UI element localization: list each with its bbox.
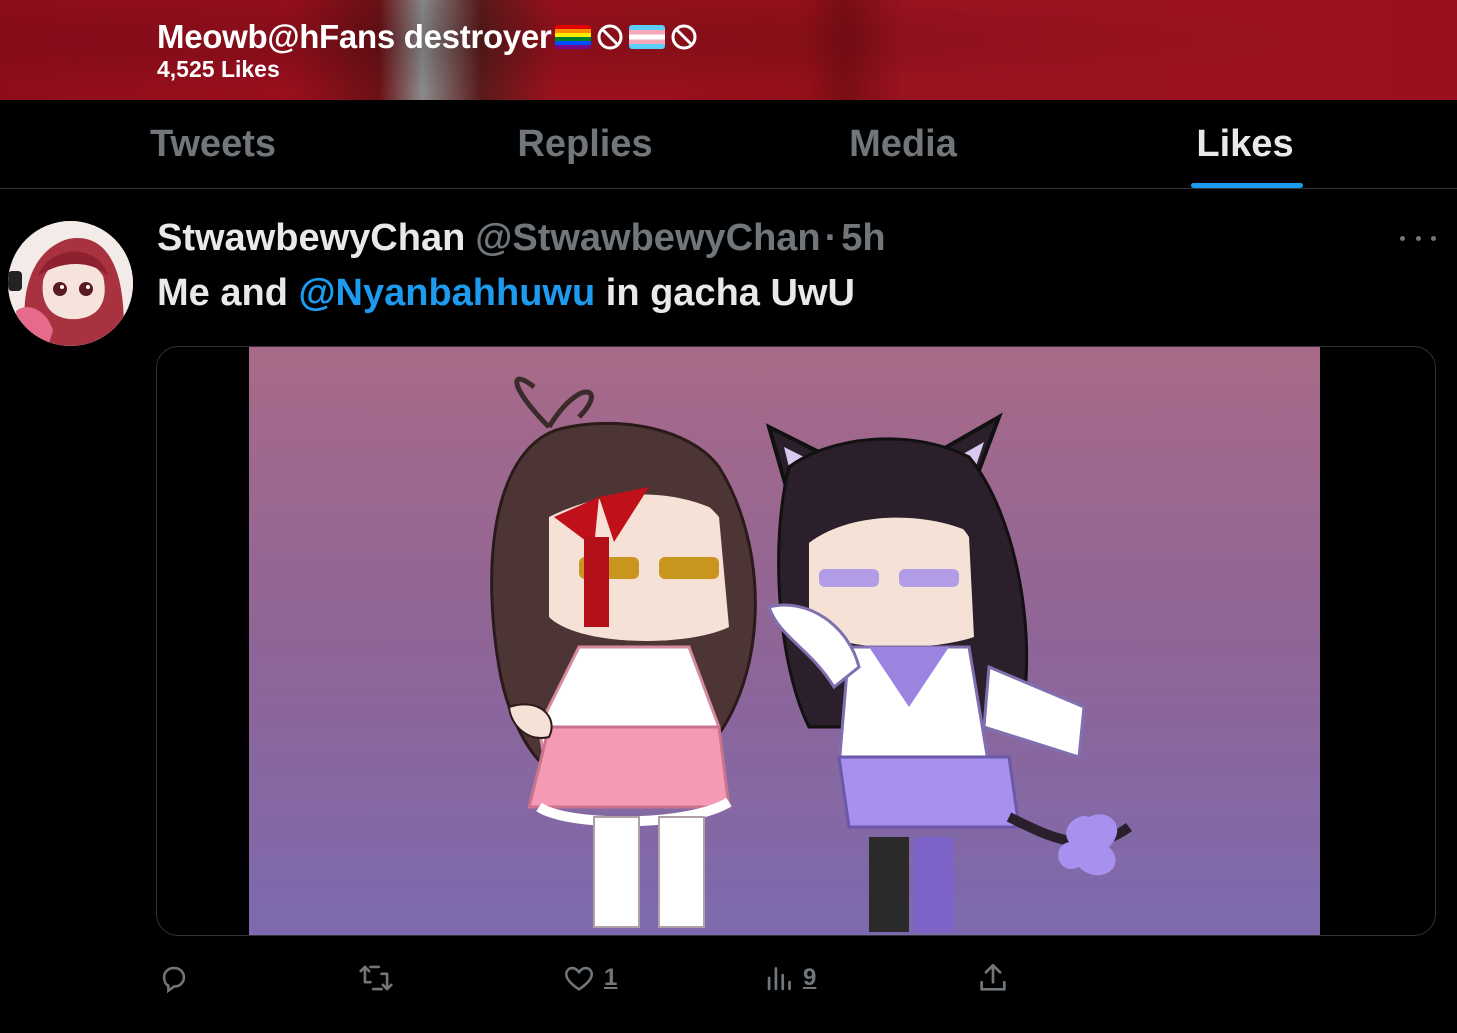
more-options-icon[interactable] — [1400, 226, 1436, 250]
tweet-text-part: Me and — [157, 272, 299, 314]
like-button[interactable]: 1 — [562, 958, 617, 998]
profile-name-text: Meowb@hFans destroyer — [157, 18, 552, 55]
tab-label: Tweets — [149, 122, 276, 165]
trans-flag-icon — [629, 25, 666, 49]
user-handle[interactable]: @StwawbewyChan — [475, 217, 820, 260]
tab-media[interactable]: Media — [770, 100, 1036, 188]
rainbow-flag-icon — [555, 25, 592, 49]
tab-replies[interactable]: Replies — [452, 100, 718, 188]
like-count: 1 — [604, 964, 618, 991]
share-icon — [980, 963, 1006, 991]
heart-icon — [565, 966, 593, 991]
retweet-button[interactable] — [358, 958, 402, 998]
prohibited-icon — [595, 22, 625, 52]
tab-likes[interactable]: Likes — [1112, 100, 1378, 188]
views-count: 9 — [803, 964, 817, 991]
active-tab-indicator — [1191, 183, 1303, 188]
tweet-header: StwawbewyChan @StwawbewyChan · 5h — [157, 214, 886, 262]
profile-header: Meowb@hFans destroyer 4,525 Likes — [0, 0, 1457, 100]
prohibited-icon — [669, 22, 699, 52]
avatar[interactable] — [8, 221, 133, 346]
retweet-icon — [359, 965, 393, 991]
tweet-media[interactable] — [156, 346, 1436, 936]
views-icon — [767, 967, 791, 991]
tweet-text: Me and @Nyanbahhuwu in gacha UwU — [157, 272, 855, 315]
tweet-text-part: in gacha UwU — [595, 272, 855, 314]
reply-icon — [162, 966, 186, 994]
tab-label: Media — [849, 122, 957, 165]
profile-name: Meowb@hFans destroyer — [157, 18, 699, 56]
likes-count: 4,525 Likes — [157, 56, 280, 82]
gacha-image — [249, 347, 1320, 935]
profile-tabs: Tweets Replies Media Likes — [0, 100, 1457, 189]
tweet-time[interactable]: 5h — [841, 217, 885, 260]
tab-tweets[interactable]: Tweets — [80, 100, 346, 188]
views-button[interactable]: 9 — [765, 958, 816, 998]
reply-button[interactable] — [157, 958, 199, 998]
tab-label: Replies — [517, 122, 653, 165]
tab-label: Likes — [1196, 122, 1294, 165]
mention-link[interactable]: @Nyanbahhuwu — [298, 272, 595, 314]
display-name[interactable]: StwawbewyChan — [157, 217, 465, 260]
separator-dot: · — [824, 216, 838, 259]
share-button[interactable] — [976, 958, 1018, 998]
